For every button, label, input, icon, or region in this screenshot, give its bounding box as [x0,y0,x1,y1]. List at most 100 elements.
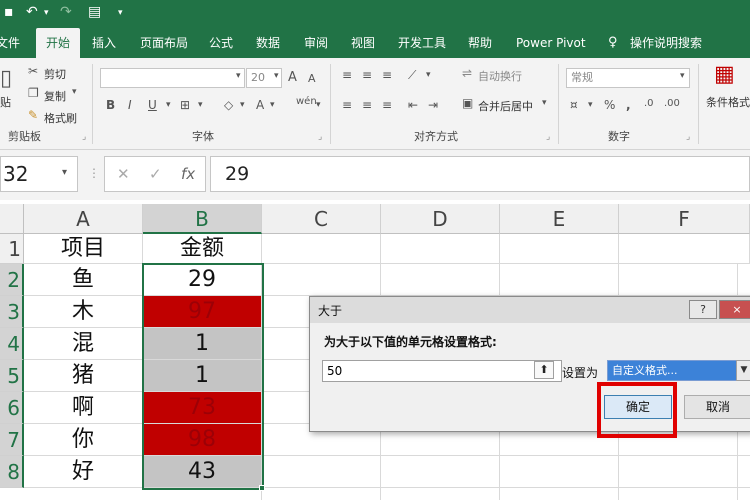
font-color-icon[interactable]: A [256,98,264,112]
cancel-entry-icon[interactable]: ✕ [117,165,130,183]
merge-dropdown-icon[interactable]: ▾ [542,98,547,108]
row-header-2[interactable]: 2 [0,264,24,296]
undo-dropdown-icon[interactable]: ▾ [44,8,49,18]
bold-icon[interactable]: B [106,98,115,112]
currency-dropdown-icon[interactable]: ▾ [588,100,593,110]
undo-icon[interactable]: ↶ [26,4,38,20]
row-header-4[interactable]: 4 [0,328,24,360]
cell-b6[interactable]: 73 [143,392,262,424]
align-center-icon[interactable]: ≡ [362,98,372,112]
column-header-b[interactable]: B [143,204,262,234]
paste-button[interactable]: 贴 [0,94,11,110]
orientation-dropdown-icon[interactable]: ▾ [426,70,431,80]
increase-indent-icon[interactable]: ⇥ [428,98,438,112]
paste-icon[interactable]: ▯ [0,66,12,91]
tell-me-search[interactable]: 操作说明搜索 [630,28,702,58]
font-color-dropdown-icon[interactable]: ▾ [270,100,275,110]
cell-a4[interactable]: 混 [24,328,143,360]
font-name-dropdown-icon[interactable]: ▾ [236,71,241,81]
align-top-icon[interactable]: ≡ [342,68,352,82]
number-format-dropdown-icon[interactable]: ▾ [680,71,685,81]
number-format-combo[interactable]: 常规 [566,68,690,88]
merge-center-button[interactable]: 合并后居中 [478,98,533,114]
underline-icon[interactable]: U [148,98,157,112]
comma-icon[interactable]: , [626,98,631,112]
tab-insert[interactable]: 插入 [92,28,116,58]
copy-button[interactable]: 复制 [44,88,66,104]
threshold-input[interactable] [322,360,562,382]
decrease-indent-icon[interactable]: ⇤ [408,98,418,112]
increase-font-icon[interactable]: A [288,70,297,85]
tab-developer[interactable]: 开发工具 [398,28,446,58]
alignment-launcher-icon[interactable]: ⌟ [546,132,550,142]
row-9-cells[interactable] [24,488,262,500]
row-header-8[interactable]: 8 [0,456,24,488]
cut-button[interactable]: 剪切 [44,66,66,82]
cell-d1[interactable] [381,234,500,264]
row-header-6[interactable]: 6 [0,392,24,424]
cell-b2[interactable]: 29 [143,264,262,296]
font-launcher-icon[interactable]: ⌟ [318,132,322,142]
close-button[interactable]: × [719,300,750,319]
cell-a1[interactable]: 项目 [24,234,143,264]
confirm-entry-icon[interactable]: ✓ [149,165,162,183]
resize-dots-icon[interactable]: ⋮ [88,166,100,180]
column-header-f[interactable]: F [619,204,750,234]
column-header-e[interactable]: E [500,204,619,234]
column-header-a[interactable]: A [24,204,143,234]
align-bottom-icon[interactable]: ≡ [382,68,392,82]
dialog-title-bar[interactable]: 大于 ? × [310,297,750,323]
fill-dropdown-icon[interactable]: ▾ [240,100,245,110]
align-right-icon[interactable]: ≡ [382,98,392,112]
cell-a8[interactable]: 好 [24,456,143,488]
tab-data[interactable]: 数据 [256,28,280,58]
underline-dropdown-icon[interactable]: ▾ [166,100,171,110]
range-select-icon[interactable]: ⬆ [534,361,554,379]
chevron-down-icon[interactable]: ▾ [118,8,123,18]
currency-icon[interactable]: ¤ [570,98,578,112]
cell-a3[interactable]: 木 [24,296,143,328]
tab-view[interactable]: 视图 [351,28,375,58]
clipboard-launcher-icon[interactable]: ⌟ [82,132,86,142]
row-header-1[interactable]: 1 [0,234,24,264]
conditional-format-button[interactable]: 条件格式 [706,94,750,110]
tab-file[interactable]: 文件 [0,28,20,58]
chevron-down-icon[interactable]: ▼ [736,360,750,381]
tab-review[interactable]: 审阅 [304,28,328,58]
border-icon[interactable]: ⊞ [180,98,190,112]
cell-b8[interactable]: 43 [143,456,262,488]
cell-a7[interactable]: 你 [24,424,143,456]
cell-b3[interactable]: 97 [143,296,262,328]
cell-a5[interactable]: 猪 [24,360,143,392]
name-box-dropdown-icon[interactable]: ▾ [62,167,67,178]
select-all-corner[interactable] [0,204,24,234]
tab-help[interactable]: 帮助 [468,28,492,58]
font-name-combo[interactable] [100,68,245,88]
border-dropdown-icon[interactable]: ▾ [198,100,203,110]
copy-dropdown-icon[interactable]: ▾ [72,87,77,97]
cell-f1[interactable] [619,234,750,264]
align-middle-icon[interactable]: ≡ [362,68,372,82]
decrease-decimal-icon[interactable]: .00 [664,98,680,109]
italic-icon[interactable]: I [128,98,132,112]
cell-b7[interactable]: 98 [143,424,262,456]
format-select[interactable]: 自定义格式... [607,360,742,381]
cancel-button[interactable]: 取消 [684,395,750,419]
fill-color-icon[interactable]: ◇ [224,98,233,112]
decrease-font-icon[interactable]: A [308,72,316,85]
font-size-dropdown-icon[interactable]: ▾ [274,71,279,81]
column-header-d[interactable]: D [381,204,500,234]
cell-b5[interactable]: 1 [143,360,262,392]
cell-b1[interactable]: 金额 [143,234,262,264]
row-header-5[interactable]: 5 [0,360,24,392]
phonetic-icon[interactable]: wén [296,96,317,107]
save-icon[interactable]: ▪ [4,4,14,20]
phonetic-dropdown-icon[interactable]: ▾ [316,100,321,110]
cell-b4[interactable]: 1 [143,328,262,360]
wrap-text-button[interactable]: 自动换行 [478,68,522,84]
cell-a6[interactable]: 啊 [24,392,143,424]
tab-formulas[interactable]: 公式 [209,28,233,58]
increase-decimal-icon[interactable]: .0 [644,98,654,109]
fill-handle[interactable] [259,485,265,491]
cell-a2[interactable]: 鱼 [24,264,143,296]
